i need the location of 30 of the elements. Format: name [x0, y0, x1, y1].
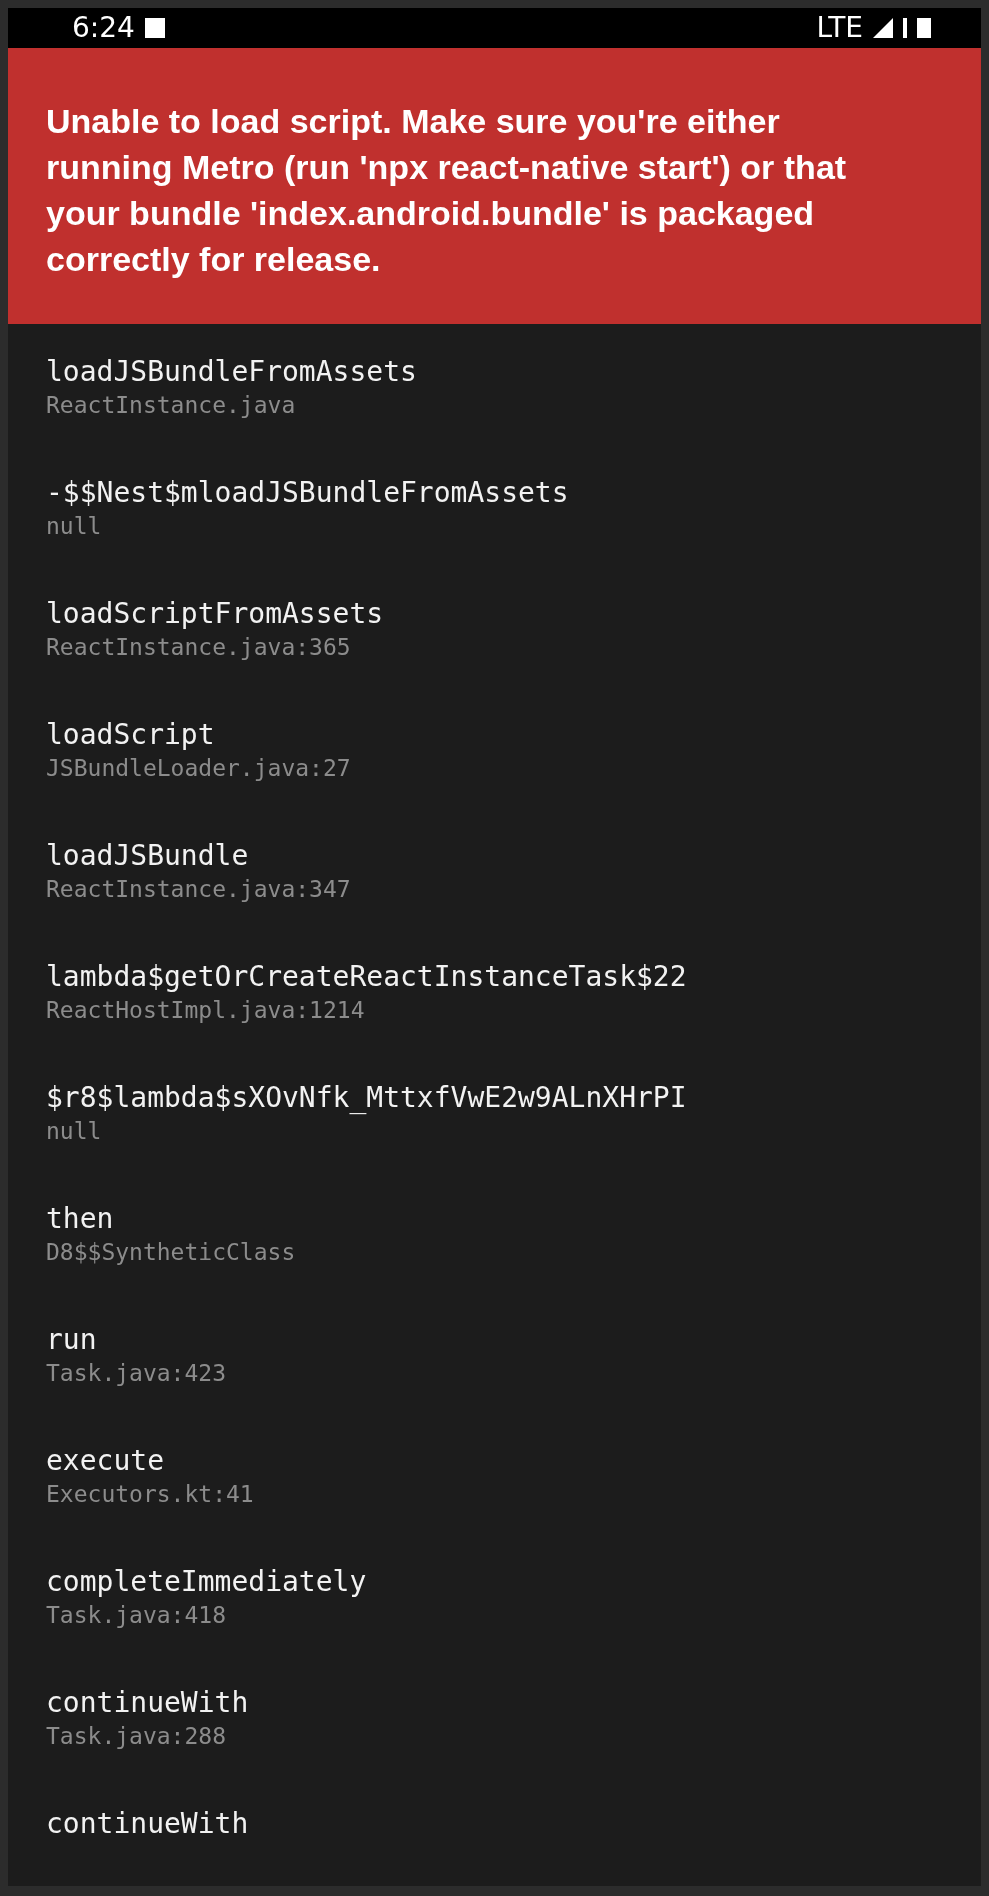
network-type: LTE: [816, 14, 863, 42]
stack-method: $r8$lambda$sXOvNfk_MttxfVwE2w9ALnXHrPI: [46, 1080, 688, 1116]
stack-file: Executors.kt:41: [46, 1480, 255, 1509]
stack-method: continueWith: [46, 1685, 250, 1721]
stack-method: completeImmediately: [46, 1564, 368, 1600]
stack-file: Task.java:423: [46, 1359, 227, 1388]
stack-file: Task.java:288: [46, 1722, 227, 1751]
signal-icon: [873, 18, 893, 38]
stack-method: loadJSBundleFromAssets: [46, 354, 418, 390]
stack-method: -$$Nest$mloadJSBundleFromAssets: [46, 475, 570, 511]
stack-file: null: [46, 1117, 103, 1146]
stack-file: Task.java:418: [46, 1601, 227, 1630]
stack-method: lambda$getOrCreateReactInstanceTask$22: [46, 959, 688, 995]
stack-file: ReactInstance.java:365: [46, 633, 352, 662]
stack-method: loadScript: [46, 717, 216, 753]
stack-file: ReactHostImpl.java:1214: [46, 996, 366, 1025]
stack-method: loadJSBundle: [46, 838, 250, 874]
stack-file: ReactInstance.java: [46, 391, 297, 420]
stack-method: then: [46, 1201, 115, 1237]
status-time: 6:24: [72, 14, 135, 42]
stack-file: null: [46, 512, 103, 541]
stack-file: D8$$SyntheticClass: [46, 1238, 297, 1267]
stack-file: ReactInstance.java:347: [46, 875, 352, 904]
stack-file: JSBundleLoader.java:27: [46, 754, 352, 783]
error-message: Unable to load script. Make sure you're either running Metro (run 'npx react-native start') or that your bundle 'index.android.bundle' is packaged correctly for release.: [46, 101, 848, 280]
battery-icon: [917, 18, 931, 38]
stack-method: execute: [46, 1443, 165, 1479]
stack-method: loadScriptFromAssets: [46, 596, 385, 632]
stack-method: continueWith: [46, 1806, 250, 1842]
stack-method: run: [46, 1322, 98, 1358]
